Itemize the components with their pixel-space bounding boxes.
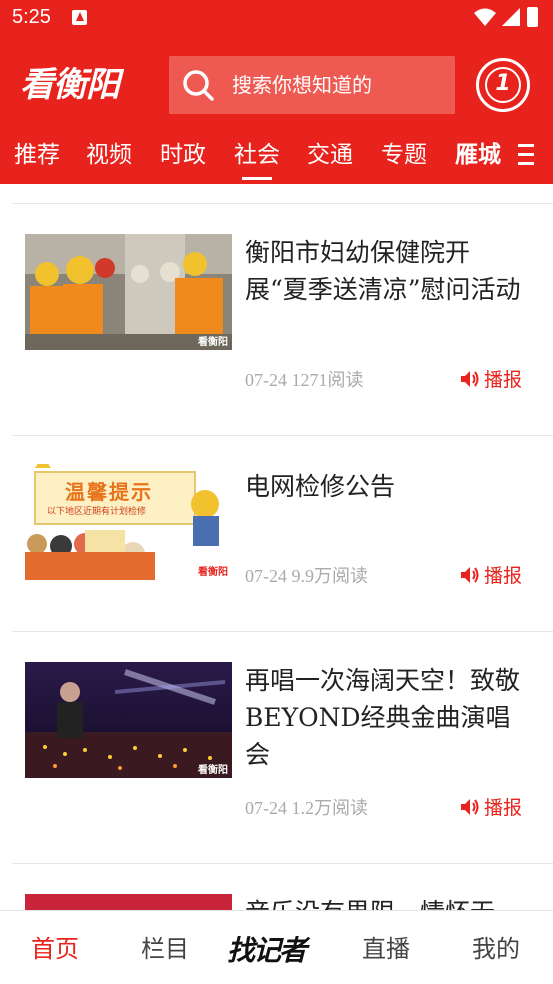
tab-society[interactable]: 社会: [234, 138, 280, 180]
thumbnail-watermark: 看衡阳: [198, 567, 228, 578]
signal-icon: [502, 8, 520, 26]
tab-yancheng[interactable]: 雁城: [455, 138, 501, 172]
tab-recommend[interactable]: 推荐: [14, 138, 60, 172]
battery-icon: [527, 7, 538, 27]
tab-topics[interactable]: 专题: [381, 138, 427, 172]
nav-columns[interactable]: 栏目: [141, 933, 189, 965]
feed-divider: [12, 631, 553, 632]
news-reads: 9.9万阅读: [291, 566, 369, 586]
thumbnail-watermark: 看衡阳: [198, 765, 228, 776]
search-icon: [183, 70, 214, 101]
feed-divider: [12, 203, 553, 204]
broadcast-label: 播报: [484, 565, 523, 587]
news-title[interactable]: 衡阳市妇幼保健院开展“夏季送清凉”慰问活动: [245, 234, 530, 308]
news-date: 07-24: [245, 566, 287, 586]
thumbnail-watermark: 看衡阳: [198, 337, 228, 348]
feed-divider: [12, 863, 553, 864]
broadcast-label: 播报: [484, 797, 523, 819]
nav-find-reporter[interactable]: 找记者: [227, 929, 325, 967]
broadcast-label: 播报: [484, 369, 523, 391]
tab-traffic[interactable]: 交通: [307, 138, 353, 172]
nav-live[interactable]: 直播: [362, 933, 410, 965]
speaker-icon: [461, 799, 479, 815]
tab-video[interactable]: 视频: [86, 138, 132, 172]
brand-badge-icon[interactable]: 1: [476, 58, 530, 112]
status-time: 5:25: [12, 6, 51, 28]
feed-divider: [12, 435, 553, 436]
broadcast-button[interactable]: 播报: [460, 365, 522, 392]
news-thumbnail: 温馨提示 以下地区近期有计划检修 看衡阳: [25, 464, 232, 580]
broadcast-button[interactable]: 播报: [460, 793, 522, 820]
speaker-icon: [461, 567, 479, 583]
news-thumbnail: 看衡阳: [25, 662, 232, 778]
news-meta: 07-24 1.2万阅读: [245, 794, 368, 820]
news-reads: 1.2万阅读: [291, 798, 369, 818]
news-reads: 1271阅读: [291, 370, 364, 390]
speaker-icon: [461, 371, 479, 387]
menu-icon[interactable]: [518, 142, 534, 168]
nav-mine[interactable]: 我的: [472, 933, 520, 965]
bottom-navigation: 首页 栏目 找记者 直播 我的: [0, 910, 553, 984]
app-header: 5:25 看衡阳 搜索你想知道的 1 推荐 视频 时政 社会 交通 专题 雁城: [0, 0, 553, 184]
notification-a-icon: [72, 10, 87, 25]
news-date: 07-24: [245, 798, 287, 818]
wifi-icon: [474, 8, 496, 26]
thumbnail-headline: 温馨提示: [65, 480, 153, 504]
news-meta: 07-24 1271阅读: [245, 366, 364, 392]
broadcast-button[interactable]: 播报: [460, 561, 522, 588]
news-title[interactable]: 电网检修公告: [245, 468, 530, 505]
search-placeholder: 搜索你想知道的: [232, 73, 372, 97]
news-date: 07-24: [245, 370, 287, 390]
news-title[interactable]: 再唱一次海阔天空！致敬BEYOND经典金曲演唱会: [245, 662, 530, 773]
brand-badge-text: 1: [495, 71, 511, 96]
search-input[interactable]: 搜索你想知道的: [169, 56, 455, 114]
status-bar: 5:25: [0, 0, 553, 38]
news-thumbnail: 看衡阳: [25, 234, 232, 350]
tab-politics[interactable]: 时政: [160, 138, 206, 172]
app-logo: 看衡阳: [20, 65, 120, 105]
category-tabs: 推荐 视频 时政 社会 交通 专题 雁城: [0, 132, 553, 184]
nav-home[interactable]: 首页: [31, 933, 79, 965]
news-meta: 07-24 9.9万阅读: [245, 562, 368, 588]
thumbnail-subline: 以下地区近期有计划检修: [47, 507, 147, 517]
